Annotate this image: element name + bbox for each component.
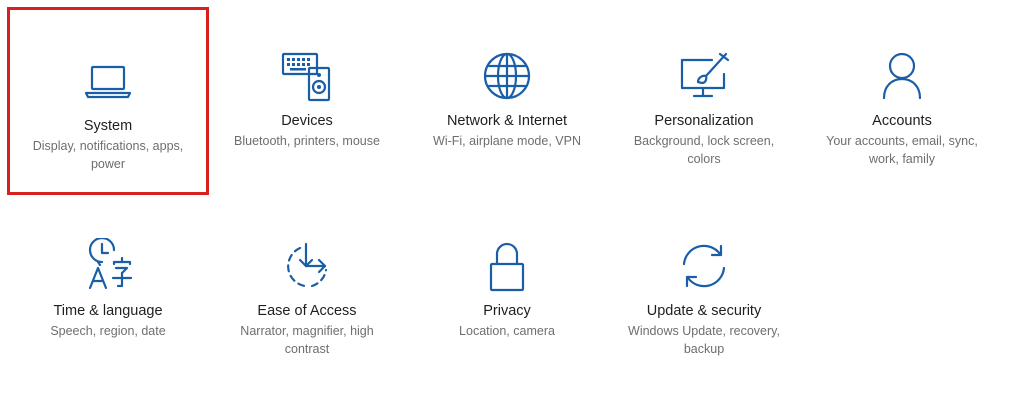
ease-of-access-icon — [279, 238, 335, 294]
tile-accounts[interactable]: Accounts Your accounts, email, sync, wor… — [804, 0, 1000, 180]
globe-icon — [479, 48, 535, 104]
tile-title: Devices — [281, 113, 333, 129]
tile-personalization[interactable]: Personalization Background, lock screen,… — [606, 0, 802, 180]
settings-category-grid: System Display, notifications, apps, pow… — [0, 0, 1024, 405]
clock-language-icon — [80, 238, 136, 294]
tile-title: Ease of Access — [257, 303, 357, 319]
tile-title: Privacy — [483, 303, 531, 319]
tile-description: Wi-Fi, airplane mode, VPN — [433, 134, 581, 148]
tile-title: Update & security — [646, 303, 762, 319]
tile-update-security[interactable]: Update & security Windows Update, recove… — [606, 190, 802, 370]
tile-ease-of-access[interactable]: Ease of Access Narrator, magnifier, high… — [209, 190, 405, 370]
monitor-brush-icon — [676, 48, 732, 104]
tile-system[interactable]: System Display, notifications, apps, pow… — [7, 7, 209, 195]
tile-description: Narrator, magnifier, high contrast — [240, 324, 374, 356]
tile-title: Accounts — [872, 113, 932, 129]
tile-title: Personalization — [654, 113, 754, 129]
person-icon — [874, 48, 930, 104]
tile-description: Speech, region, date — [50, 324, 166, 338]
tile-description: Location, camera — [459, 324, 555, 338]
tile-devices[interactable]: Devices Bluetooth, printers, mouse — [209, 0, 405, 180]
tile-network-internet[interactable]: Network & Internet Wi-Fi, airplane mode,… — [409, 0, 605, 180]
tile-privacy[interactable]: Privacy Location, camera — [409, 190, 605, 370]
sync-arrows-icon — [676, 238, 732, 294]
keyboard-speaker-icon — [279, 48, 335, 104]
tile-title: System — [83, 118, 133, 134]
tile-time-language[interactable]: Time & language Speech, region, date — [10, 190, 206, 370]
tile-description: Bluetooth, printers, mouse — [234, 134, 380, 148]
laptop-icon — [80, 53, 136, 109]
tile-description: Windows Update, recovery, backup — [628, 324, 780, 356]
tile-description: Background, lock screen, colors — [633, 134, 775, 166]
lock-icon — [479, 238, 535, 294]
tile-title: Time & language — [53, 303, 163, 319]
tile-description: Your accounts, email, sync, work, family — [826, 134, 978, 166]
tile-title: Network & Internet — [446, 113, 568, 129]
tile-description: Display, notifications, apps, power — [32, 139, 184, 171]
